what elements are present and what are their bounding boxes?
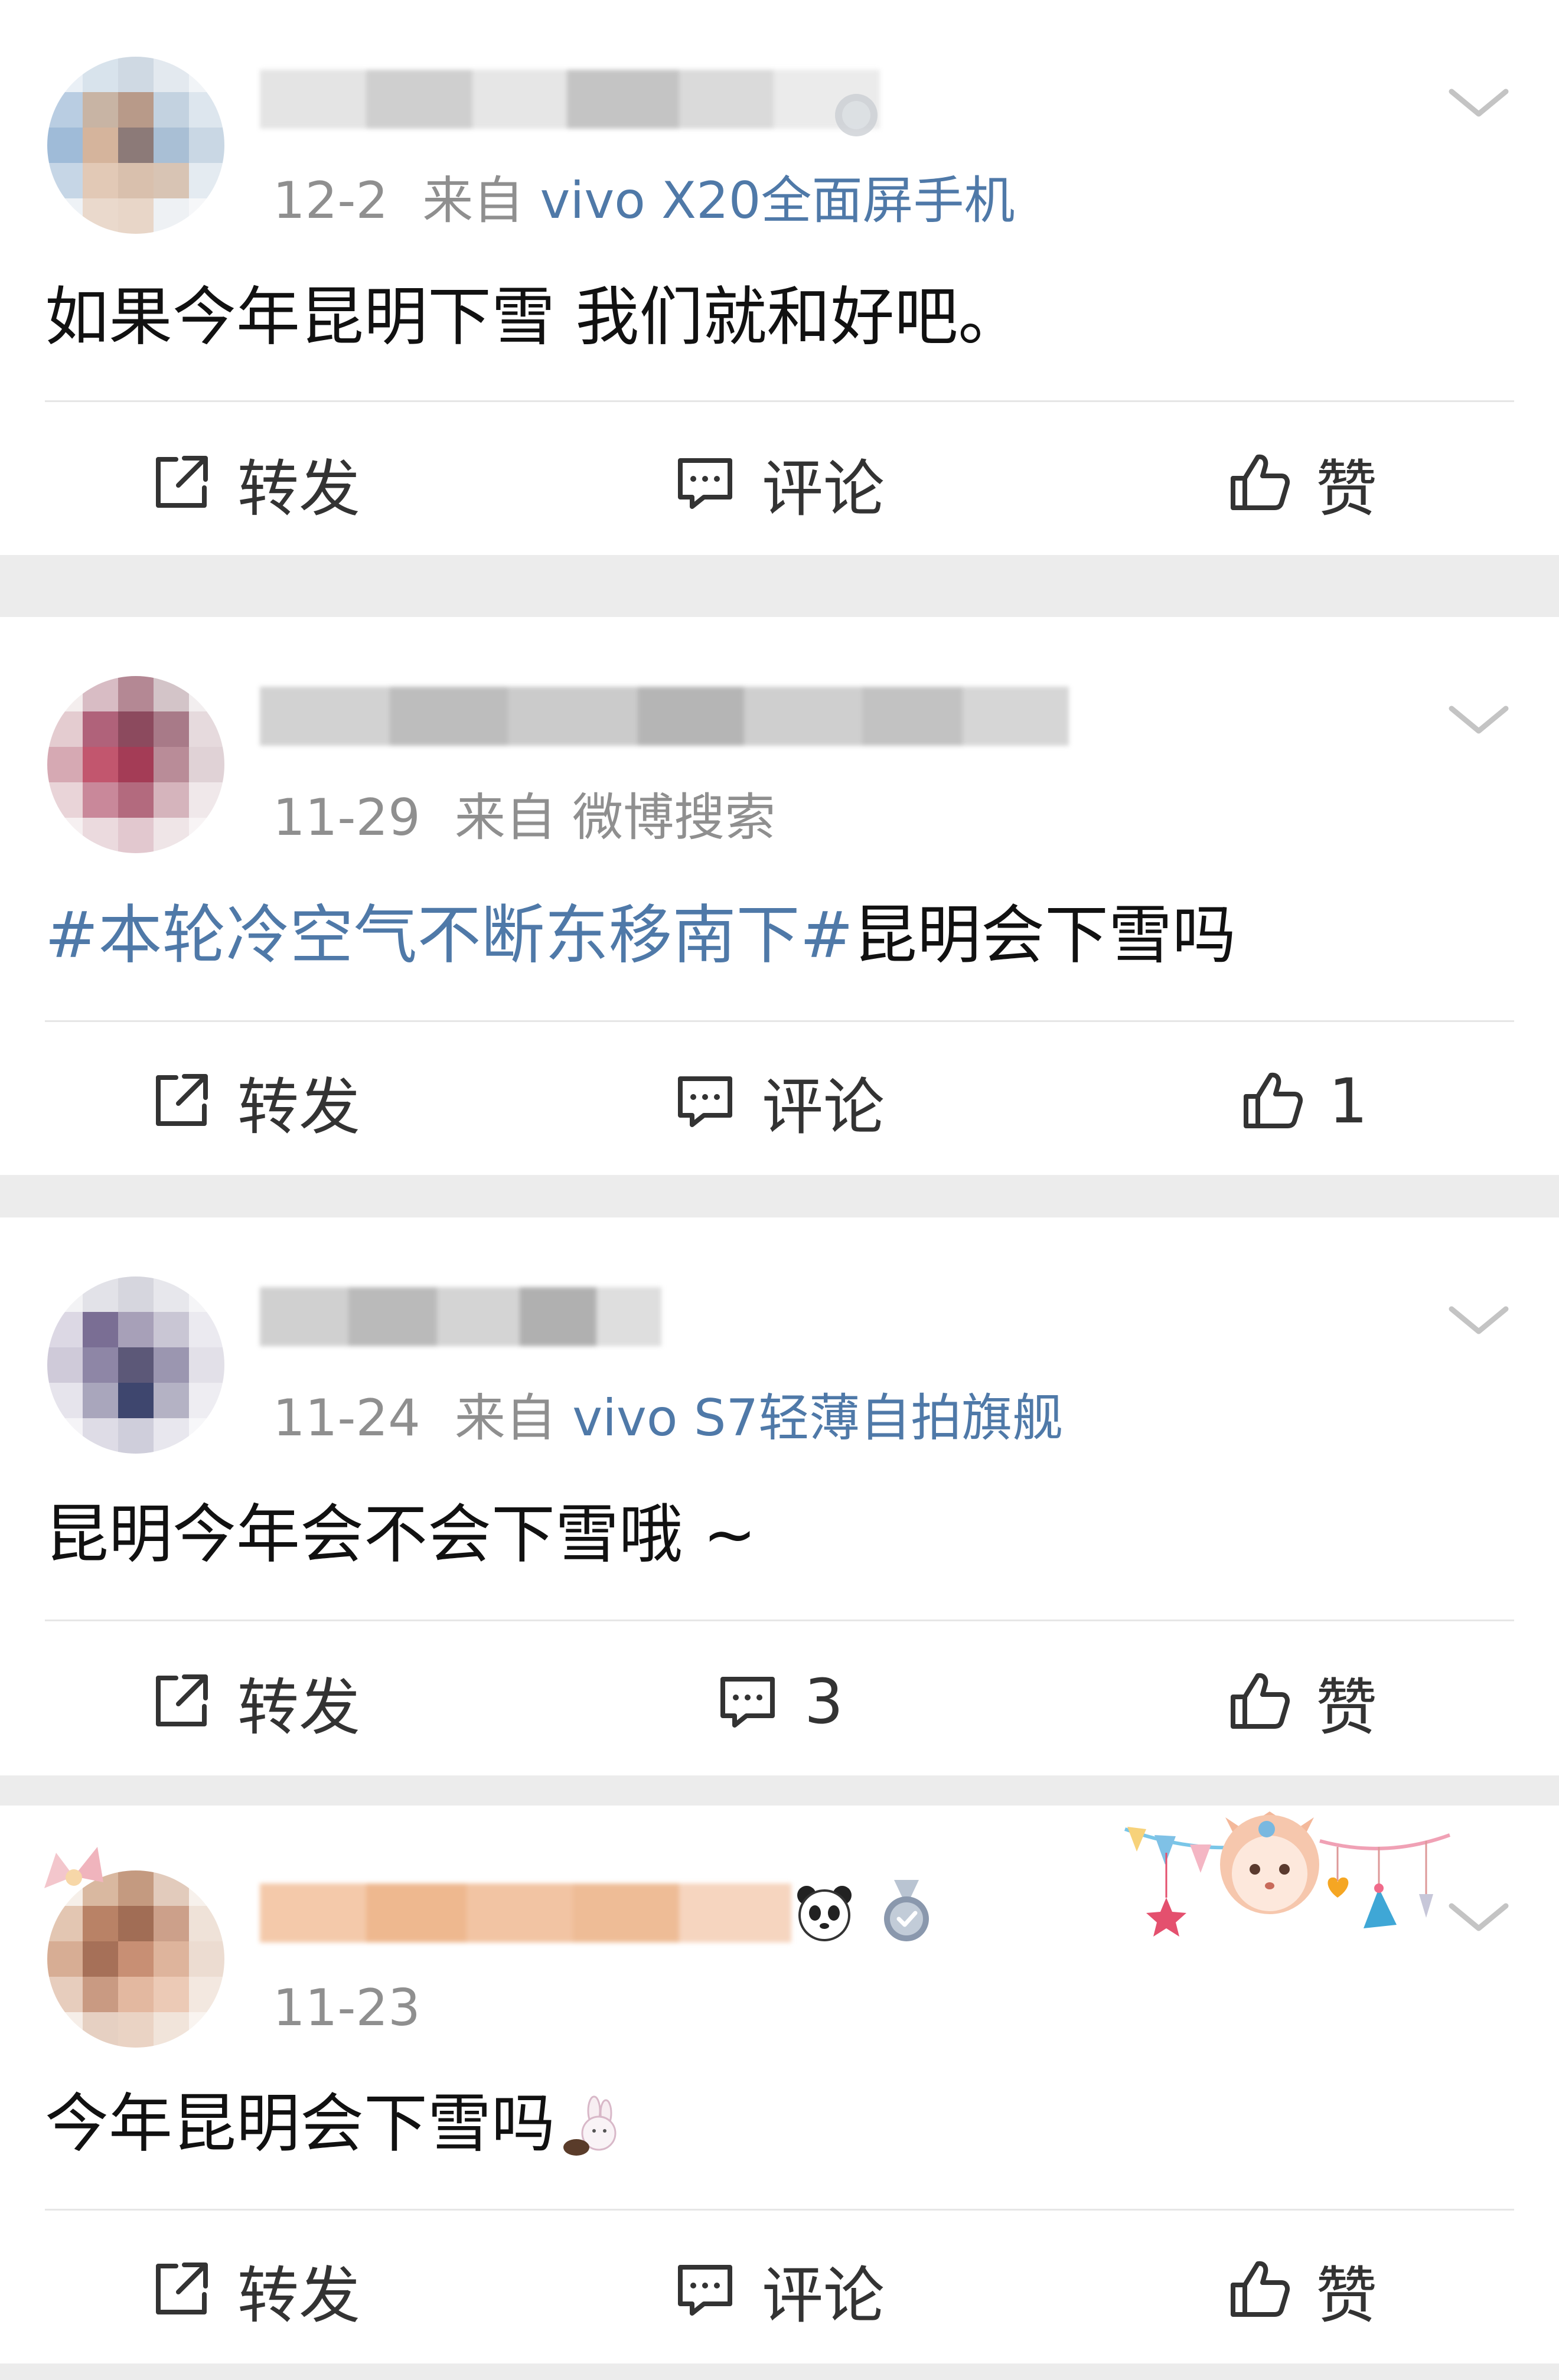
comment-bubble-icon (678, 458, 732, 509)
comment-button[interactable]: 3 (715, 1643, 843, 1761)
medal-badge-icon (884, 1880, 929, 1941)
like-button[interactable]: 1 (1239, 1042, 1368, 1160)
post-card: 11-29 来自 微博搜索 #本轮冷空气不断东移南下#昆明会下雪吗 转发 评论 1 (0, 617, 1559, 1175)
from-label: 来自 (422, 171, 524, 230)
thumbs-up-icon (1231, 454, 1290, 510)
action-bar: 转发 评论 赞 (0, 424, 1559, 542)
post-source[interactable]: 微博搜索 (572, 788, 775, 847)
username-blurred[interactable] (260, 70, 880, 129)
repost-label: 转发 (237, 452, 361, 525)
post-meta: 11-29 来自 微博搜索 (273, 788, 775, 847)
divider (45, 1620, 1514, 1621)
chevron-down-icon[interactable] (1443, 685, 1514, 756)
share-box-icon (156, 456, 208, 508)
like-label: 赞 (1316, 2259, 1378, 2332)
post-source[interactable]: vivo S7轻薄自拍旗舰 (572, 1389, 1063, 1448)
repost-button[interactable]: 转发 (148, 2231, 360, 2349)
comment-count: 3 (804, 1666, 844, 1738)
username-blurred[interactable] (260, 1883, 791, 1942)
repost-button[interactable]: 转发 (148, 424, 360, 542)
weibo-feed: 12-2 来自 vivo X20全面屏手机 如果今年昆明下雪 我们就和好吧。 转发… (0, 0, 1559, 2380)
share-box-icon (156, 1674, 208, 1726)
comment-bubble-icon (678, 2265, 732, 2316)
panda-badge-icon (797, 1886, 852, 1941)
like-label: 赞 (1316, 1671, 1378, 1744)
comment-bubble-icon (678, 1076, 732, 1127)
post-source[interactable]: vivo X20全面屏手机 (540, 171, 1015, 230)
from-label: 来自 (454, 788, 556, 847)
username-blurred[interactable] (260, 1287, 661, 1346)
chevron-down-icon[interactable] (1443, 1882, 1514, 1953)
post-date: 11-29 (273, 788, 420, 847)
repost-label: 转发 (237, 1671, 361, 1744)
comment-button[interactable]: 评论 (672, 2231, 885, 2349)
chevron-down-icon[interactable] (1443, 1285, 1514, 1356)
comment-label: 评论 (762, 2259, 885, 2332)
comment-bubble-icon (720, 1677, 775, 1728)
avatar-frame-decoration-icon (44, 1847, 103, 1888)
comment-button[interactable]: 评论 (672, 424, 885, 542)
post-text[interactable]: #本轮冷空气不断东移南下#昆明会下雪吗 (45, 894, 1236, 977)
post-date: 11-24 (273, 1389, 420, 1448)
post-date: 12-2 (273, 171, 389, 230)
divider (45, 1020, 1514, 1022)
chevron-down-icon[interactable] (1443, 68, 1514, 139)
post-text-body: 今年昆明会下雪吗 (45, 2087, 556, 2161)
post-text-body: 昆明会下雪吗 (853, 899, 1237, 972)
post-meta: 12-2 来自 vivo X20全面屏手机 (273, 171, 1015, 230)
post-text[interactable]: 今年昆明会下雪吗 (45, 2083, 624, 2166)
avatar[interactable] (47, 57, 224, 234)
like-button[interactable]: 赞 (1226, 424, 1377, 542)
like-button[interactable]: 赞 (1226, 2231, 1377, 2349)
action-bar: 转发 评论 赞 (0, 2231, 1559, 2349)
from-label: 来自 (454, 1389, 556, 1448)
comment-button[interactable]: 评论 (672, 1042, 885, 1160)
action-bar: 转发 评论 1 (0, 1042, 1559, 1160)
like-button[interactable]: 赞 (1226, 1643, 1377, 1761)
username-blurred[interactable] (260, 687, 1069, 746)
like-count: 1 (1329, 1065, 1368, 1137)
topic-hashtag[interactable]: #本轮冷空气不断东移南下# (45, 899, 853, 972)
like-label: 赞 (1316, 452, 1378, 525)
thumbs-up-icon (1231, 2261, 1290, 2317)
divider (45, 400, 1514, 402)
action-bar: 转发 3 赞 (0, 1643, 1559, 1761)
avatar[interactable] (47, 1276, 224, 1454)
party-banner-decoration-icon (1124, 1811, 1451, 1937)
post-meta: 11-24 来自 vivo S7轻薄自拍旗舰 (273, 1389, 1063, 1448)
bunny-emoji-icon (563, 2095, 617, 2156)
verified-badge-icon (835, 94, 878, 136)
repost-button[interactable]: 转发 (148, 1042, 360, 1160)
thumbs-up-icon (1231, 1673, 1290, 1729)
post-text[interactable]: 昆明今年会不会下雪哦 ~ (45, 1494, 756, 1576)
thumbs-up-icon (1244, 1072, 1303, 1128)
post-text[interactable]: 如果今年昆明下雪 我们就和好吧。 (45, 276, 1022, 359)
avatar[interactable] (47, 676, 224, 853)
post-card: 11-24 来自 vivo S7轻薄自拍旗舰 昆明今年会不会下雪哦 ~ 转发 3 … (0, 1217, 1559, 1775)
share-box-icon (156, 1074, 208, 1126)
post-card: 12-2 来自 vivo X20全面屏手机 如果今年昆明下雪 我们就和好吧。 转发… (0, 0, 1559, 555)
repost-button[interactable]: 转发 (148, 1643, 360, 1761)
repost-label: 转发 (237, 2259, 361, 2332)
comment-label: 评论 (762, 1070, 885, 1143)
share-box-icon (156, 2263, 208, 2314)
repost-label: 转发 (237, 1070, 361, 1143)
comment-label: 评论 (762, 452, 885, 525)
post-meta: 11-23 (273, 1979, 420, 2038)
post-card: 11-23 今年昆明会下雪吗 转发 评论 赞 (0, 1806, 1559, 2363)
post-date: 11-23 (273, 1979, 420, 2038)
divider (45, 2209, 1514, 2211)
